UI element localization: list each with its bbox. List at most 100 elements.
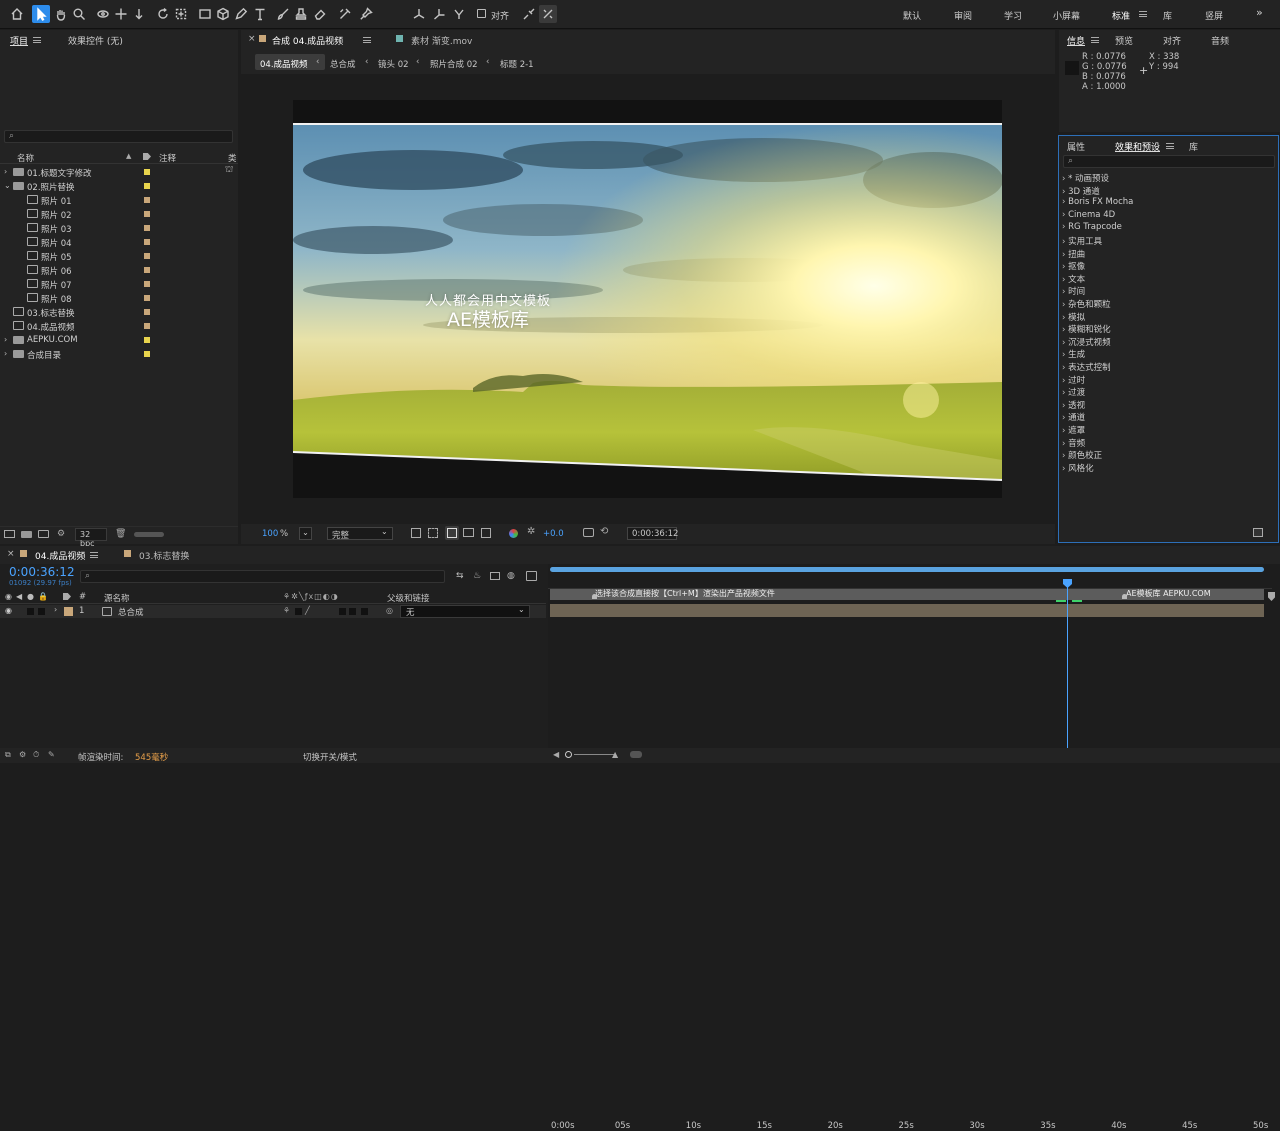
workspace-menu-icon[interactable] xyxy=(1139,11,1147,17)
snap-checkbox[interactable] xyxy=(477,9,486,18)
label-color-swatch[interactable] xyxy=(144,253,150,259)
shy-layers-icon[interactable] xyxy=(490,572,500,580)
toggle-switches-modes[interactable]: 切换开关/模式 xyxy=(303,751,357,763)
project-item[interactable]: 照片 05 xyxy=(0,249,238,263)
effects-category[interactable]: › 过渡 xyxy=(1062,386,1085,398)
zoom-value[interactable]: 100 xyxy=(262,529,278,539)
show-snapshot-icon[interactable]: ⟲ xyxy=(600,526,608,537)
label-tag-icon[interactable] xyxy=(143,153,151,160)
tab-preview[interactable]: 预览 xyxy=(1115,34,1133,47)
effects-category[interactable]: › 沉浸式视频 xyxy=(1062,336,1111,348)
trash-icon[interactable]: 🗑 xyxy=(115,529,126,539)
collapse-switch-icon[interactable]: ⚘ xyxy=(283,606,290,615)
effects-category[interactable]: › 颜色校正 xyxy=(1062,449,1102,461)
comp-mini-flowchart-icon[interactable]: ⇆ xyxy=(456,571,464,581)
column-parent[interactable]: 父级和链接 xyxy=(387,592,430,604)
transparency-grid-icon[interactable] xyxy=(428,528,438,538)
label-color-swatch[interactable] xyxy=(144,211,150,217)
effects-category[interactable]: › Cinema 4D xyxy=(1062,210,1115,220)
layer-switches-icon[interactable]: ⧉ xyxy=(5,750,11,760)
label-color-swatch[interactable] xyxy=(144,337,150,343)
exposure-value[interactable]: +0.0 xyxy=(543,529,564,539)
effects-category[interactable]: › 扭曲 xyxy=(1062,248,1085,260)
interpret-footage-icon[interactable] xyxy=(4,530,15,538)
solo-toggle[interactable] xyxy=(27,608,34,615)
zoom-dropdown-icon[interactable]: ⌄ xyxy=(299,527,312,540)
workspace-default[interactable]: 默认 xyxy=(903,9,921,22)
column-source-name[interactable]: 源名称 xyxy=(104,592,130,604)
effects-category[interactable]: › 文本 xyxy=(1062,273,1085,285)
layer-name[interactable]: 总合成 xyxy=(118,606,144,618)
audio-icon[interactable]: ◀ xyxy=(16,592,22,601)
shape-3d-icon[interactable] xyxy=(214,5,232,23)
label-color-swatch[interactable] xyxy=(144,323,150,329)
effects-category[interactable]: › 过时 xyxy=(1062,374,1085,386)
label-color-swatch[interactable] xyxy=(144,267,150,273)
workspace-vertical[interactable]: 竖屏 xyxy=(1205,9,1223,22)
motion-blur-switch[interactable] xyxy=(339,608,346,615)
tab-audio[interactable]: 音频 xyxy=(1211,34,1229,47)
zoom-tool-icon[interactable] xyxy=(70,5,88,23)
label-color-swatch[interactable] xyxy=(144,169,150,175)
close-tab-icon[interactable]: × xyxy=(248,34,256,44)
workspace-library[interactable]: 库 xyxy=(1163,9,1172,22)
time-navigator[interactable] xyxy=(630,751,642,758)
eye-icon[interactable]: ◉ xyxy=(5,592,12,601)
guide-options-icon[interactable] xyxy=(463,528,474,537)
new-comp-icon[interactable] xyxy=(38,530,49,538)
project-item[interactable]: 03.标志替换 xyxy=(0,305,238,319)
label-color-swatch[interactable] xyxy=(144,281,150,287)
effects-category[interactable]: › 表达式控制 xyxy=(1062,361,1111,373)
axis-view-icon[interactable] xyxy=(450,5,468,23)
zoom-out-icon[interactable]: ◀ xyxy=(553,750,559,759)
in-out-icon[interactable]: ⏱ xyxy=(33,750,39,760)
effects-category[interactable]: › 3D 通道 xyxy=(1062,185,1100,197)
marker-render-hint[interactable]: 选择该合成直接按【Ctrl+M】渲染出产品视频文件 xyxy=(595,588,775,599)
project-item[interactable]: 04.成品视频 xyxy=(0,319,238,333)
label-color-swatch[interactable] xyxy=(144,239,150,245)
puppet-pin-icon[interactable] xyxy=(357,5,375,23)
zoom-slider-track[interactable] xyxy=(574,754,614,755)
effects-search-input[interactable]: ⌕ xyxy=(1063,155,1275,168)
orbit-camera-icon[interactable] xyxy=(94,5,112,23)
tab-composition[interactable]: 合成 04.成品视频 xyxy=(272,34,343,47)
layer-bar[interactable] xyxy=(550,604,1264,617)
home-icon[interactable] xyxy=(8,5,26,23)
effects-category[interactable]: › Boris FX Mocha xyxy=(1062,197,1133,207)
pan-behind-icon[interactable] xyxy=(172,5,190,23)
close-tab-icon[interactable]: × xyxy=(7,549,15,559)
parent-dropdown[interactable] xyxy=(400,605,530,618)
rotation-tool-icon[interactable] xyxy=(154,5,172,23)
effects-category[interactable]: › 抠像 xyxy=(1062,260,1085,272)
project-menu-icon[interactable] xyxy=(33,37,41,43)
3d-switch[interactable] xyxy=(361,608,368,615)
project-item[interactable]: 照片 07 xyxy=(0,277,238,291)
effects-category[interactable]: › RG Trapcode xyxy=(1062,222,1122,232)
lock-toggle[interactable] xyxy=(38,608,45,615)
eraser-icon[interactable] xyxy=(311,5,329,23)
tab-effect-controls[interactable]: 效果控件 (无) xyxy=(68,34,123,47)
effects-category[interactable]: › 风格化 xyxy=(1062,462,1094,474)
workspace-standard[interactable]: 标准 xyxy=(1112,9,1130,22)
project-item[interactable]: ⌄ 02.照片替换 xyxy=(0,179,238,193)
breadcrumb-item-4[interactable]: 照片合成 02 xyxy=(430,58,478,70)
work-area-bar[interactable] xyxy=(550,567,1264,572)
effects-category[interactable]: › 模糊和锐化 xyxy=(1062,323,1111,335)
axis-world-icon[interactable] xyxy=(430,5,448,23)
breadcrumb-item-3[interactable]: 镜头 02 xyxy=(378,58,409,70)
timeline-timecode[interactable]: 0:00:36:12 xyxy=(9,565,75,579)
modes-icon[interactable]: ⚙ xyxy=(19,750,26,759)
lock-icon[interactable]: 🔒 xyxy=(38,592,48,601)
axis-local-icon[interactable] xyxy=(410,5,428,23)
effects-category[interactable]: › 生成 xyxy=(1062,348,1085,360)
tab-align[interactable]: 对齐 xyxy=(1163,34,1181,47)
roto-brush-icon[interactable] xyxy=(336,5,354,23)
effects-category[interactable]: › 时间 xyxy=(1062,285,1085,297)
clone-stamp-icon[interactable] xyxy=(292,5,310,23)
draft-3d-icon[interactable]: ♨ xyxy=(473,571,481,581)
effects-category[interactable]: › * 动画预设 xyxy=(1062,172,1109,184)
label-color-swatch[interactable] xyxy=(144,183,150,189)
project-item[interactable]: 照片 04 xyxy=(0,235,238,249)
hand-tool-icon[interactable] xyxy=(52,5,70,23)
chevron-right-icon[interactable]: › xyxy=(4,349,7,358)
